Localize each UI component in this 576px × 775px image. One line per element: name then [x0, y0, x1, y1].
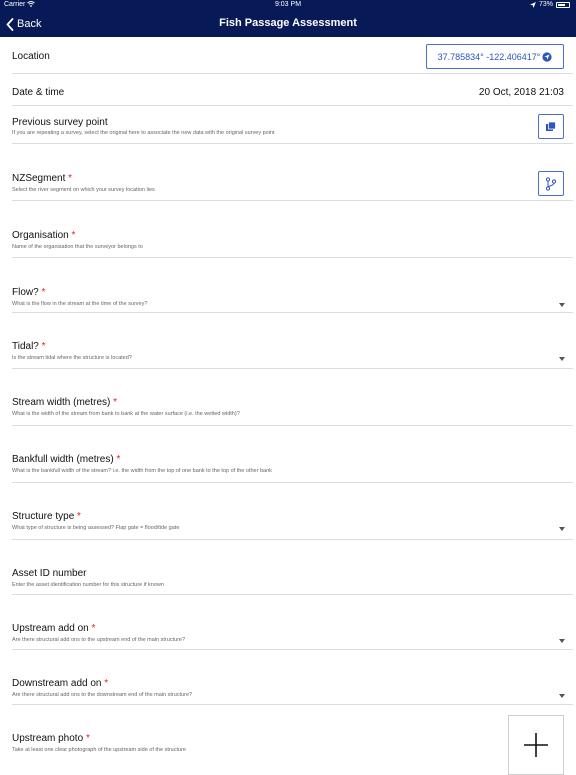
- chevron-down-icon[interactable]: [559, 303, 565, 307]
- previous-survey-label: Previous survey point: [12, 117, 108, 128]
- previous-survey-help: If you are repeating a survey, select th…: [12, 130, 275, 136]
- datetime-row[interactable]: Date & time 20 Oct, 2018 21:03: [12, 74, 573, 106]
- upstream-addon-row[interactable]: Upstream add on * Are there structural a…: [12, 595, 573, 650]
- asset-id-label: Asset ID number: [12, 568, 87, 579]
- required-marker: *: [85, 733, 90, 744]
- location-arrow-icon: [529, 1, 536, 8]
- flow-label: Flow? *: [12, 287, 46, 298]
- required-marker: *: [68, 173, 73, 184]
- battery-percent: 73%: [538, 1, 553, 8]
- previous-survey-row: Previous survey point If you are repeati…: [12, 106, 573, 144]
- locate-icon: [542, 51, 552, 62]
- upstream-photo-help: Take at least one clear photograph of th…: [12, 747, 186, 753]
- required-marker: *: [104, 678, 109, 689]
- navigation-bar: Back Fish Passage Assessment: [0, 11, 576, 37]
- battery-icon: [556, 1, 570, 8]
- organisation-label: Organisation *: [12, 230, 76, 241]
- downstream-addon-help: Are there structural add ons to the down…: [12, 692, 193, 698]
- chevron-down-icon[interactable]: [559, 639, 565, 643]
- chevron-down-icon[interactable]: [559, 357, 565, 361]
- flow-help: What is the flow in the stream at the ti…: [12, 301, 148, 307]
- structure-type-label: Structure type *: [12, 511, 81, 522]
- branch-icon: [545, 176, 557, 191]
- location-button[interactable]: 37.785834° -122.406417°: [426, 44, 564, 69]
- previous-survey-button[interactable]: [538, 114, 564, 139]
- bankfull-width-row[interactable]: Bankfull width (metres) * What is the ba…: [12, 426, 573, 483]
- downstream-addon-row[interactable]: Downstream add on * Are there structural…: [12, 650, 573, 705]
- bankfull-width-label: Bankfull width (metres) *: [12, 454, 121, 465]
- tidal-row[interactable]: Tidal? * Is the stream tidal where the s…: [12, 313, 573, 369]
- asset-id-row[interactable]: Asset ID number Enter the asset identifi…: [12, 540, 573, 595]
- required-marker: *: [71, 230, 76, 241]
- organisation-row[interactable]: Organisation * Name of the organisation …: [12, 201, 573, 258]
- upstream-addon-help: Are there structural add ons to the upst…: [12, 637, 186, 643]
- required-marker: *: [41, 341, 46, 352]
- downstream-addon-label: Downstream add on *: [12, 678, 109, 689]
- upstream-photo-row: Upstream photo * Take at least one clear…: [12, 705, 573, 775]
- location-value: 37.785834° -122.406417°: [437, 51, 541, 62]
- required-marker: *: [77, 511, 81, 522]
- stream-width-help: What is the width of the stream from ban…: [12, 411, 240, 417]
- required-marker: *: [91, 623, 96, 634]
- structure-type-help: What type of structure is being assessed…: [12, 525, 180, 531]
- flow-row[interactable]: Flow? * What is the flow in the stream a…: [12, 258, 573, 313]
- add-photo-button[interactable]: [508, 715, 564, 775]
- upstream-addon-label: Upstream add on *: [12, 623, 96, 634]
- survey-form: Location 37.785834° -122.406417° Date & …: [0, 37, 576, 775]
- bankfull-width-help: What is the bankfull width of the stream…: [12, 468, 272, 474]
- required-marker: *: [116, 454, 121, 465]
- location-label: Location: [12, 51, 50, 62]
- status-time: 9:03 PM: [274, 1, 302, 8]
- required-marker: *: [41, 287, 46, 298]
- battery-status: 73%: [529, 1, 570, 8]
- status-bar: Carrier 9:03 PM 73%: [0, 0, 576, 11]
- location-row: Location 37.785834° -122.406417°: [12, 37, 573, 74]
- datetime-value[interactable]: 20 Oct, 2018 21:03: [479, 87, 564, 98]
- required-marker: *: [113, 397, 118, 408]
- asset-id-help: Enter the asset identification number fo…: [12, 582, 164, 588]
- upstream-photo-label: Upstream photo *: [12, 733, 90, 744]
- copy-icon: [546, 121, 556, 131]
- plus-icon: [524, 733, 548, 757]
- nzsegment-row: NZSegment * Select the river segment on …: [12, 144, 573, 201]
- stream-width-row[interactable]: Stream width (metres) * What is the widt…: [12, 369, 573, 426]
- stream-width-label: Stream width (metres) *: [12, 397, 118, 408]
- tidal-label: Tidal? *: [12, 341, 46, 352]
- river-segment-button[interactable]: [538, 171, 564, 196]
- tidal-help: Is the stream tidal where the structure …: [12, 355, 132, 361]
- chevron-down-icon[interactable]: [559, 527, 565, 531]
- nzsegment-help: Select the river segment on which your s…: [12, 187, 155, 193]
- page-title: Fish Passage Assessment: [219, 17, 357, 29]
- nzsegment-label: NZSegment *: [12, 173, 73, 184]
- organisation-help: Name of the organisation that the survey…: [12, 244, 143, 250]
- structure-type-row[interactable]: Structure type * What type of structure …: [12, 483, 573, 540]
- datetime-label: Date & time: [12, 87, 65, 98]
- chevron-down-icon[interactable]: [559, 694, 565, 698]
